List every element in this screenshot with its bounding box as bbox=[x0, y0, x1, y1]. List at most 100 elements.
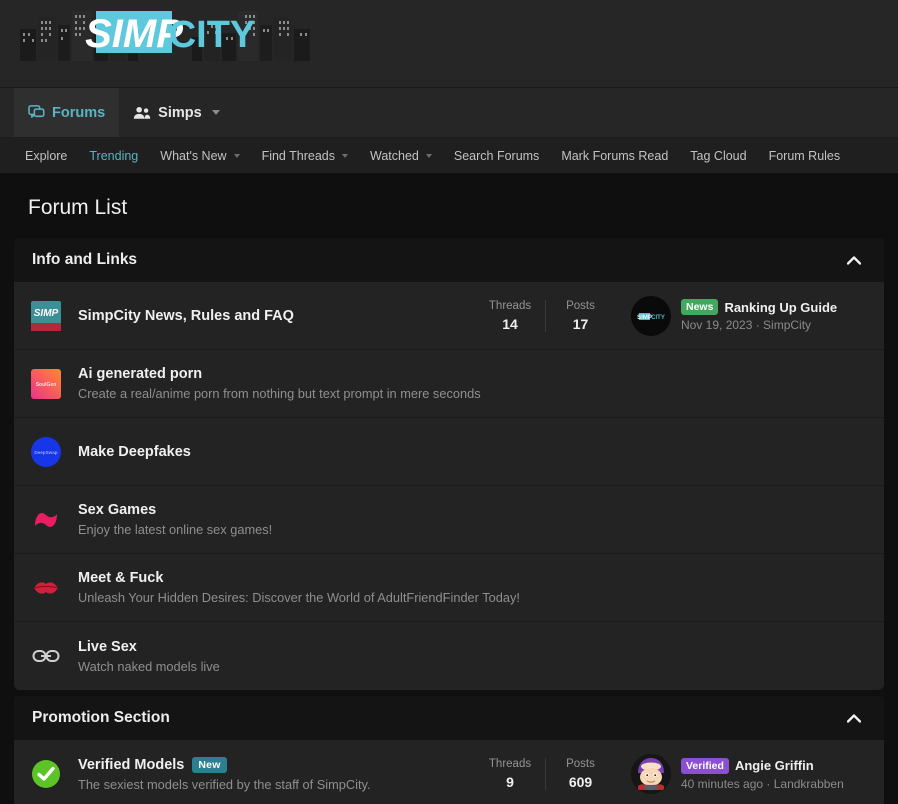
subnav-item-watched[interactable]: Watched bbox=[359, 138, 443, 173]
nav-tab-simps[interactable]: Simps bbox=[119, 88, 234, 137]
subnav-item-whats-new[interactable]: What's New bbox=[149, 138, 250, 173]
primary-navigation: Forums Simps bbox=[0, 88, 898, 138]
forum-description: The sexiest models verified by the staff… bbox=[78, 776, 371, 792]
posts-value: 609 bbox=[568, 774, 593, 790]
last-post-meta: Nov 19, 2023 · SimpCity bbox=[681, 318, 812, 332]
threads-stat: Threads 14 bbox=[475, 300, 545, 332]
forum-description: Enjoy the latest online sex games! bbox=[78, 522, 273, 537]
forum-stats: Threads 14 Posts 17 bbox=[475, 299, 615, 332]
new-badge: New bbox=[192, 756, 227, 773]
last-post-text: Verified Angie Griffin 40 minutes ago · … bbox=[681, 757, 844, 791]
forum-row-main: Meet & Fuck Unleash Your Hidden Desires:… bbox=[78, 570, 866, 605]
section-header[interactable]: Promotion Section bbox=[14, 696, 884, 740]
collapse-toggle[interactable] bbox=[842, 706, 866, 730]
ai-gradient-icon: SoulGen bbox=[30, 368, 62, 400]
forum-row[interactable]: SoulGen Ai generated porn Create a real/… bbox=[14, 350, 884, 418]
chevron-up-icon bbox=[847, 713, 861, 723]
chevron-up-icon bbox=[847, 255, 861, 265]
forum-title-text: SimpCity News, Rules and FAQ bbox=[78, 307, 294, 324]
forum-title-text: Sex Games bbox=[78, 502, 157, 518]
nav-tab-simps-label: Simps bbox=[158, 104, 202, 121]
posts-stat: Posts 17 bbox=[545, 299, 615, 332]
forum-title-text: Ai generated porn bbox=[78, 366, 203, 382]
last-post-text: News Ranking Up Guide Nov 19, 2023 · Sim… bbox=[681, 299, 837, 332]
forum-title[interactable]: Verified Models New bbox=[78, 756, 465, 773]
site-header: SIMP CITY bbox=[0, 0, 898, 88]
forum-row-main: Live Sex Watch naked models live bbox=[78, 639, 866, 674]
lips-icon bbox=[30, 572, 62, 604]
forum-row[interactable]: SIMP SimpCity News, Rules and FAQ Thread… bbox=[14, 282, 884, 350]
last-post-title[interactable]: Verified Angie Griffin bbox=[681, 757, 844, 774]
forum-title[interactable]: Live Sex bbox=[78, 639, 856, 655]
forum-row[interactable]: Verified Models New The sexiest models v… bbox=[14, 740, 884, 804]
chevron-down-icon bbox=[425, 153, 432, 158]
avatar[interactable]: SIMP CITY bbox=[631, 295, 671, 336]
status-badge: Verified bbox=[681, 757, 729, 774]
forum-title[interactable]: SimpCity News, Rules and FAQ bbox=[78, 308, 465, 324]
site-logo[interactable]: SIMP CITY bbox=[14, 3, 316, 83]
section-title: Info and Links bbox=[32, 251, 138, 268]
forum-description: Watch naked models live bbox=[78, 658, 220, 674]
forum-row[interactable]: DeepSwap Make Deepfakes bbox=[14, 418, 884, 486]
forum-title-text: Make Deepfakes bbox=[78, 443, 191, 460]
chevron-down-icon bbox=[211, 110, 220, 115]
logo-text-city: CITY bbox=[169, 14, 256, 56]
forum-row[interactable]: Meet & Fuck Unleash Your Hidden Desires:… bbox=[14, 554, 884, 622]
status-badge: News bbox=[681, 299, 719, 315]
secondary-navigation: Explore Trending What's New Find Threads… bbox=[0, 138, 898, 174]
forum-description: Unleash Your Hidden Desires: Discover th… bbox=[78, 590, 520, 605]
forum-row-main: SimpCity News, Rules and FAQ bbox=[78, 308, 475, 324]
collapse-toggle[interactable] bbox=[842, 248, 866, 272]
simpcity-logo-icon: SIMP CITY bbox=[20, 11, 310, 61]
subnav-item-search-forums[interactable]: Search Forums bbox=[443, 138, 550, 173]
section-title: Promotion Section bbox=[32, 709, 170, 726]
subnav-item-find-threads[interactable]: Find Threads bbox=[251, 138, 359, 173]
forum-row[interactable]: Live Sex Watch naked models live bbox=[14, 622, 884, 690]
subnav-label: Explore bbox=[25, 148, 68, 163]
posts-stat: Posts 609 bbox=[545, 758, 615, 790]
subnav-item-trending[interactable]: Trending bbox=[78, 138, 149, 173]
page-title: Forum List bbox=[28, 196, 128, 219]
forum-title[interactable]: Ai generated porn bbox=[78, 366, 856, 382]
last-post-title[interactable]: News Ranking Up Guide bbox=[681, 299, 837, 315]
forum-stats: Threads 9 Posts 609 bbox=[475, 758, 615, 790]
threads-stat: Threads 9 bbox=[475, 758, 545, 790]
subnav-label: What's New bbox=[160, 148, 227, 163]
users-icon bbox=[133, 105, 151, 121]
last-post-meta: 40 minutes ago · Landkrabben bbox=[681, 776, 844, 791]
subnav-label: Mark Forums Read bbox=[561, 148, 669, 163]
subnav-item-tag-cloud[interactable]: Tag Cloud bbox=[679, 138, 757, 173]
section-header[interactable]: Info and Links bbox=[14, 238, 884, 282]
threads-label: Threads bbox=[488, 299, 532, 312]
svg-text:SoulGen: SoulGen bbox=[36, 382, 57, 388]
last-post-title-text: Angie Griffin bbox=[734, 758, 814, 773]
forum-row-main: Make Deepfakes bbox=[78, 444, 866, 460]
subnav-item-explore[interactable]: Explore bbox=[14, 138, 78, 173]
subnav-label: Forum Rules bbox=[768, 148, 841, 163]
forum-title[interactable]: Meet & Fuck bbox=[78, 570, 856, 586]
nav-tab-forums[interactable]: Forums bbox=[14, 88, 120, 137]
threads-value: 14 bbox=[502, 315, 518, 332]
subnav-item-mark-forums-read[interactable]: Mark Forums Read bbox=[550, 138, 679, 173]
chevron-down-icon bbox=[233, 153, 240, 158]
forum-title[interactable]: Sex Games bbox=[78, 502, 856, 518]
last-post: Verified Angie Griffin 40 minutes ago · … bbox=[631, 754, 866, 794]
forum-section-info-and-links: Info and Links SIMP SimpCity News, Rules… bbox=[14, 238, 884, 690]
forum-row-main: Sex Games Enjoy the latest online sex ga… bbox=[78, 502, 866, 537]
posts-value: 17 bbox=[572, 315, 589, 332]
green-check-icon bbox=[30, 758, 62, 790]
forum-section-promotion: Promotion Section Verified Models New Th… bbox=[14, 696, 884, 804]
avatar[interactable] bbox=[631, 754, 671, 794]
subnav-label: Search Forums bbox=[453, 148, 540, 163]
subnav-label: Watched bbox=[369, 148, 419, 163]
svg-text:SIMP: SIMP bbox=[637, 315, 652, 321]
posts-label: Posts bbox=[566, 758, 595, 770]
last-post-title-text: Ranking Up Guide bbox=[724, 299, 838, 315]
forum-row[interactable]: Sex Games Enjoy the latest online sex ga… bbox=[14, 486, 884, 554]
forums-icon bbox=[28, 104, 45, 121]
chevron-down-icon bbox=[341, 153, 348, 158]
forum-title[interactable]: Make Deepfakes bbox=[78, 444, 856, 460]
forum-row-main: Ai generated porn Create a real/anime po… bbox=[78, 366, 866, 401]
main-content: Forum List Info and Links SIMP SimpCity … bbox=[0, 174, 898, 804]
subnav-item-forum-rules[interactable]: Forum Rules bbox=[758, 138, 852, 173]
